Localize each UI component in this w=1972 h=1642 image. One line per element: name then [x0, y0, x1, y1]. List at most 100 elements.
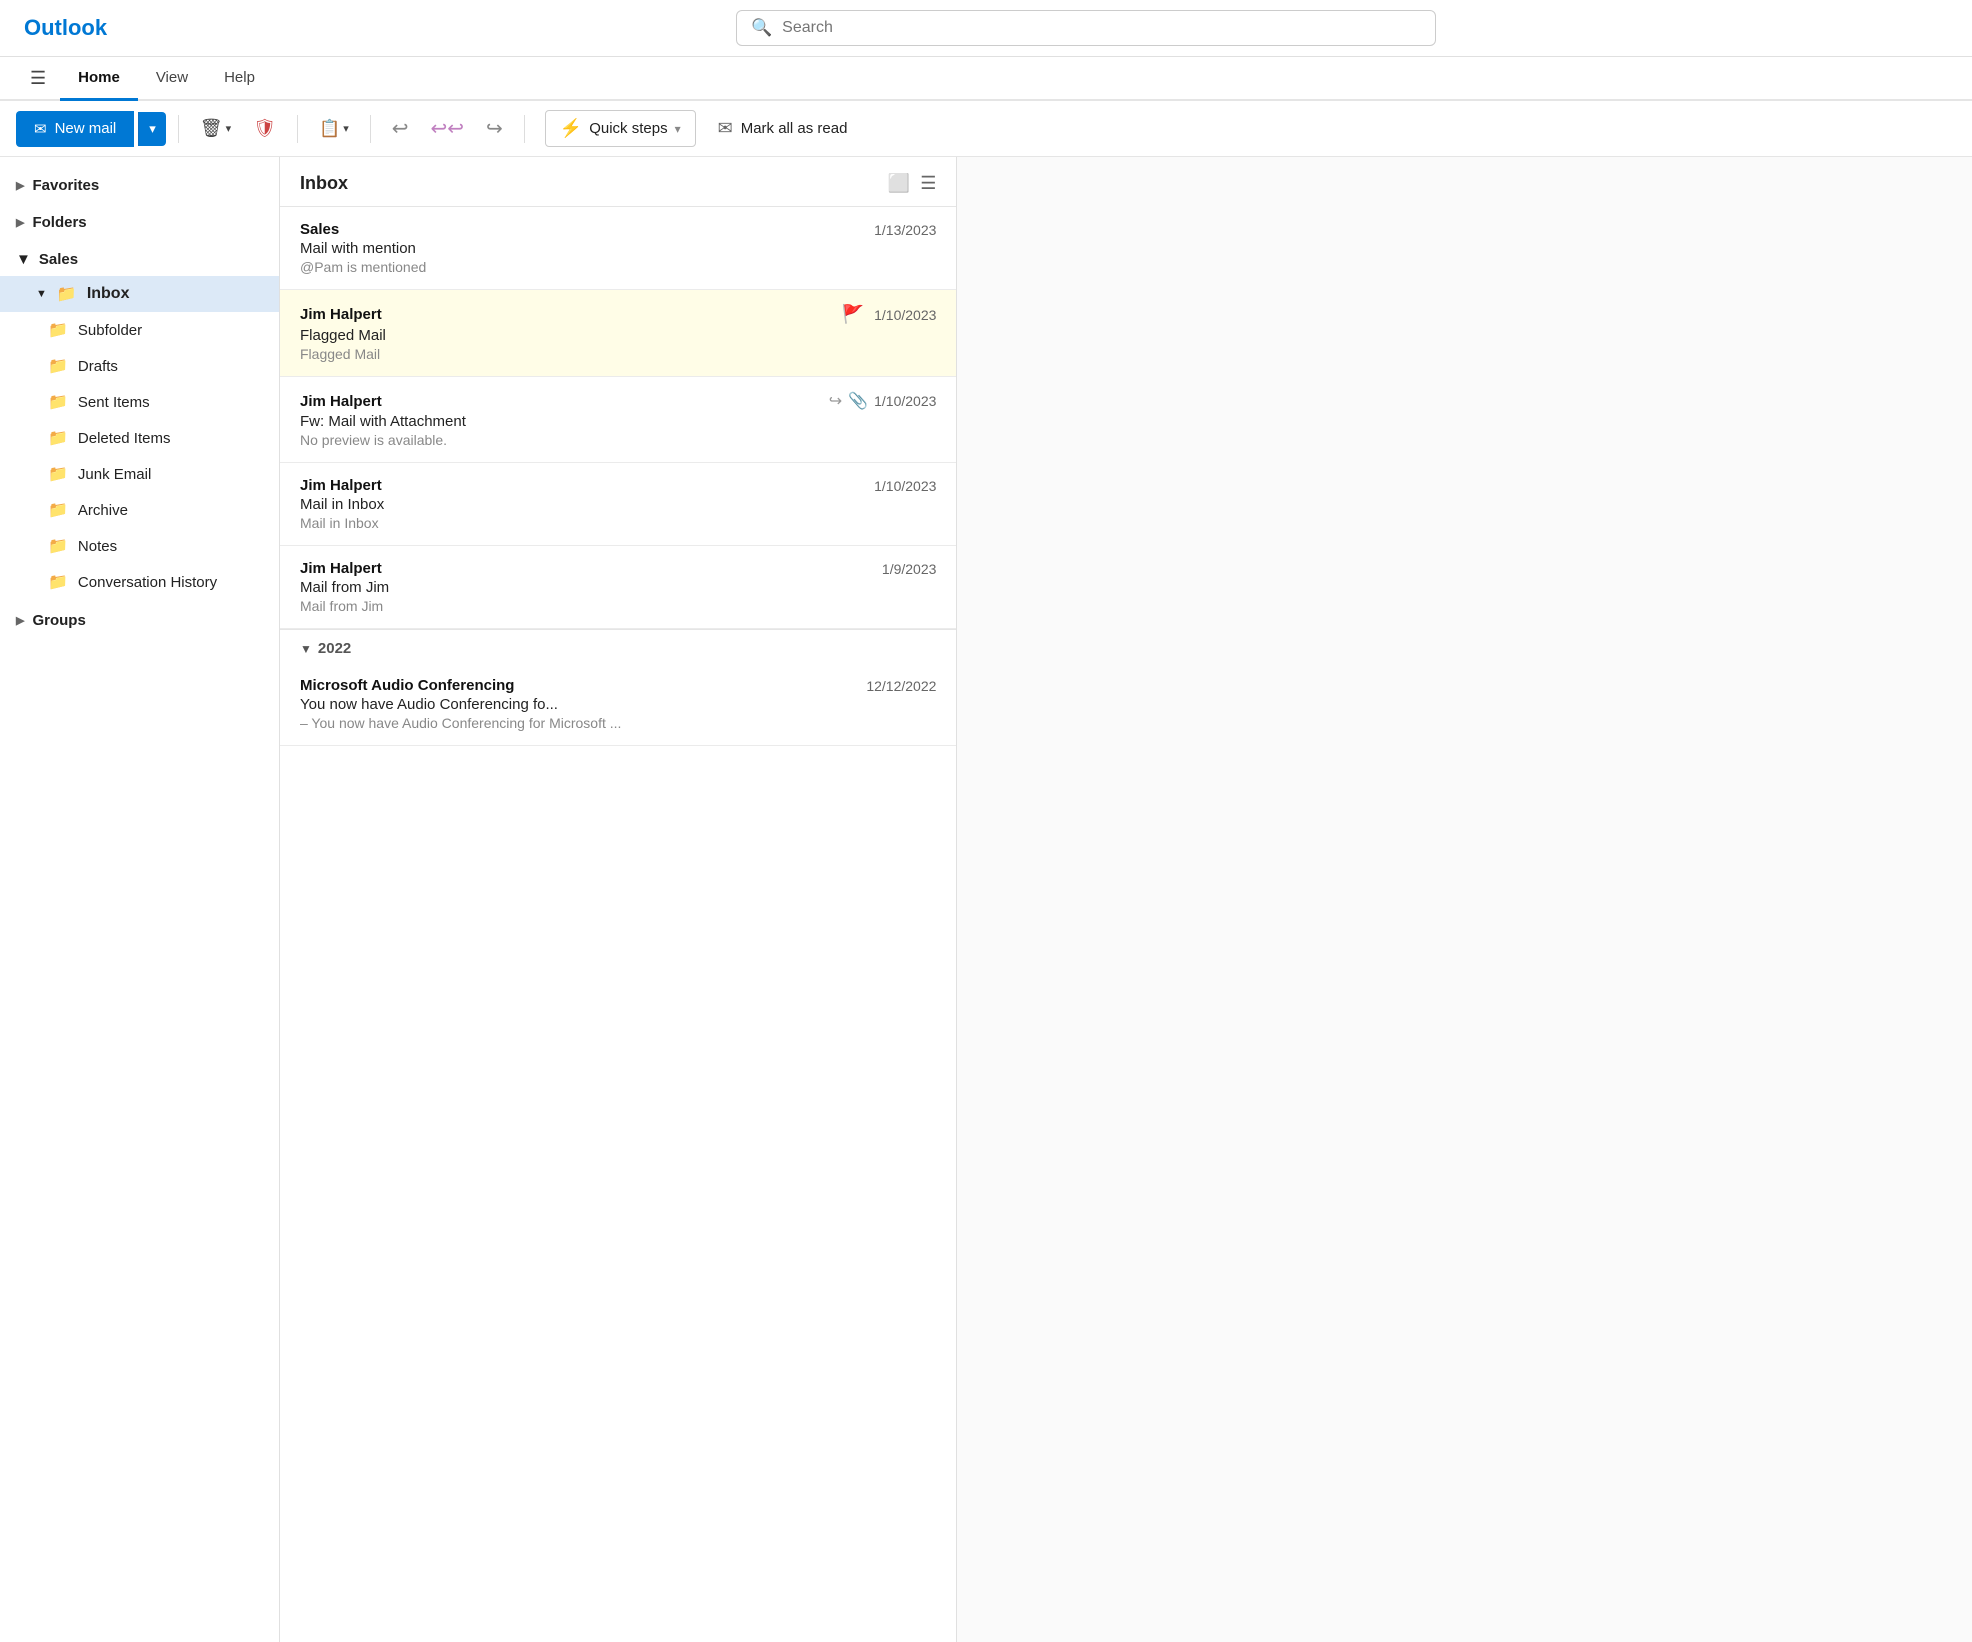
attachment-icon: 📎: [848, 391, 868, 411]
year-divider-2022[interactable]: ▼ 2022: [280, 629, 956, 663]
folder-icon-notes: 📁: [48, 536, 68, 556]
email-item-1[interactable]: Sales 1/13/2023 Mail with mention @Pam i…: [280, 207, 956, 290]
folder-icon-conv-history: 📁: [48, 572, 68, 592]
sales-section: ▼ Sales ▼ 📁 Inbox 📁 Subfolder 📁 Drafts: [0, 243, 279, 600]
mark-all-read-button[interactable]: ✉ Mark all as read: [704, 111, 862, 146]
email-preview-5: Mail from Jim: [300, 598, 936, 614]
search-input[interactable]: [782, 19, 1421, 37]
email-sender-3: Jim Halpert: [300, 393, 382, 410]
toolbar-separator-2: [297, 115, 298, 143]
chevron-right-icon-groups: ▶: [16, 614, 24, 627]
inbox-title: Inbox: [300, 173, 348, 194]
sidebar-item-deleted-items[interactable]: 📁 Deleted Items: [16, 420, 279, 456]
email-item-2[interactable]: Jim Halpert 🚩 1/10/2023 Flagged Mail Fla…: [280, 290, 956, 377]
email-preview-1: @Pam is mentioned: [300, 259, 936, 275]
folders-section: ▶ Folders: [0, 206, 279, 239]
sidebar-item-sent-items[interactable]: 📁 Sent Items: [16, 384, 279, 420]
sales-header[interactable]: ▼ Sales: [0, 243, 279, 276]
email-preview-2: Flagged Mail: [300, 346, 936, 362]
flag-icon: 🚩: [842, 304, 864, 325]
move-icon: 📋: [319, 119, 340, 139]
forward-button[interactable]: ↪: [477, 109, 512, 148]
view-toggle-icon[interactable]: ⬜: [888, 173, 910, 194]
new-mail-button[interactable]: ✉ New mail: [16, 111, 134, 147]
email-date-6: 12/12/2022: [866, 678, 936, 694]
sidebar-item-drafts[interactable]: 📁 Drafts: [16, 348, 279, 384]
mark-read-icon: ✉: [718, 118, 733, 139]
delete-icon: 🗑: [200, 118, 223, 139]
sidebar: ▶ Favorites ▶ Folders ▼ Sales ▼ 📁 Inbox: [0, 157, 280, 1642]
email-sender-4: Jim Halpert: [300, 477, 382, 494]
move-dropdown-icon: ▾: [343, 122, 349, 135]
delete-button[interactable]: 🗑 ▾: [191, 111, 240, 146]
email-item-3[interactable]: Jim Halpert ↪ 📎 1/10/2023 Fw: Mail with …: [280, 377, 956, 463]
chevron-right-icon: ▶: [16, 179, 24, 192]
email-sender-2: Jim Halpert: [300, 306, 382, 323]
main-layout: ▶ Favorites ▶ Folders ▼ Sales ▼ 📁 Inbox: [0, 157, 1972, 1642]
email-preview-6: – You now have Audio Conferencing for Mi…: [300, 715, 936, 731]
quick-steps-button[interactable]: ⚡ Quick steps ▾: [545, 110, 696, 147]
new-mail-dropdown-button[interactable]: ▾: [138, 112, 166, 146]
groups-header[interactable]: ▶ Groups: [0, 604, 279, 637]
move-button[interactable]: 📋 ▾: [310, 112, 358, 146]
reply-all-icon: ↩↩: [431, 116, 465, 141]
sidebar-subsection: 📁 Subfolder 📁 Drafts 📁 Sent Items 📁 Dele…: [16, 312, 279, 600]
email-item-6[interactable]: Microsoft Audio Conferencing 12/12/2022 …: [280, 663, 956, 746]
forward-icon: ↪: [486, 116, 503, 141]
toolbar-separator-3: [370, 115, 371, 143]
search-icon: 🔍: [751, 18, 772, 38]
folder-icon-inbox: 📁: [57, 284, 77, 304]
sidebar-item-notes[interactable]: 📁 Notes: [16, 528, 279, 564]
chevron-down-icon-sales: ▼: [16, 251, 31, 268]
folder-icon-deleted: 📁: [48, 428, 68, 448]
email-panel-actions: ⬜ ☰: [888, 173, 937, 194]
tab-home[interactable]: Home: [60, 57, 138, 101]
toolbar-separator-4: [524, 115, 525, 143]
reply-button[interactable]: ↩: [383, 109, 418, 148]
sidebar-item-conversation-history[interactable]: 📁 Conversation History: [16, 564, 279, 600]
chevron-right-icon-folders: ▶: [16, 216, 24, 229]
sidebar-item-archive[interactable]: 📁 Archive: [16, 492, 279, 528]
search-bar[interactable]: 🔍: [736, 10, 1436, 46]
folders-header[interactable]: ▶ Folders: [0, 206, 279, 239]
hamburger-button[interactable]: ☰: [16, 58, 60, 99]
reply-all-button[interactable]: ↩↩: [422, 109, 474, 148]
email-item-5[interactable]: Jim Halpert 1/9/2023 Mail from Jim Mail …: [280, 546, 956, 629]
sidebar-item-inbox[interactable]: ▼ 📁 Inbox: [0, 276, 279, 312]
tab-view[interactable]: View: [138, 57, 206, 101]
folder-icon: 📁: [48, 320, 68, 340]
delete-dropdown-icon: ▾: [226, 122, 232, 135]
toolbar: ✉ New mail ▾ 🗑 ▾ 🛡 📋 ▾ ↩ ↩↩ ↪ ⚡ Quick st…: [0, 101, 1972, 157]
sidebar-item-junk-email[interactable]: 📁 Junk Email: [16, 456, 279, 492]
email-preview-4: Mail in Inbox: [300, 515, 936, 531]
filter-icon[interactable]: ☰: [920, 173, 936, 194]
reply-icon: ↩: [392, 116, 409, 141]
email-item-4[interactable]: Jim Halpert 1/10/2023 Mail in Inbox Mail…: [280, 463, 956, 546]
folder-icon-sent: 📁: [48, 392, 68, 412]
toolbar-separator-1: [178, 115, 179, 143]
email-date-3: 1/10/2023: [874, 393, 936, 409]
shield-icon: 🛡: [253, 118, 276, 139]
folder-icon-archive: 📁: [48, 500, 68, 520]
email-date-5: 1/9/2023: [882, 561, 937, 577]
email-subject-5: Mail from Jim: [300, 579, 936, 596]
nav-tabs: ☰ Home View Help: [0, 57, 1972, 101]
header: Outlook 🔍: [0, 0, 1972, 57]
mail-icon: ✉: [34, 120, 47, 138]
folder-icon-junk: 📁: [48, 464, 68, 484]
sidebar-item-subfolder[interactable]: 📁 Subfolder: [16, 312, 279, 348]
email-subject-3: Fw: Mail with Attachment: [300, 413, 936, 430]
email-panel-header: Inbox ⬜ ☰: [280, 157, 956, 207]
email-subject-1: Mail with mention: [300, 240, 936, 257]
folder-icon-drafts: 📁: [48, 356, 68, 376]
shield-button[interactable]: 🛡: [244, 111, 285, 146]
chevron-down-icon-inbox: ▼: [36, 288, 47, 300]
email-subject-4: Mail in Inbox: [300, 496, 936, 513]
chevron-down-icon-year: ▼: [300, 642, 312, 656]
email-sender-5: Jim Halpert: [300, 560, 382, 577]
favorites-header[interactable]: ▶ Favorites: [0, 169, 279, 202]
email-preview-3: No preview is available.: [300, 432, 936, 448]
quick-steps-chevron-icon: ▾: [675, 122, 681, 136]
tab-help[interactable]: Help: [206, 57, 273, 101]
email-sender-1: Sales: [300, 221, 339, 238]
